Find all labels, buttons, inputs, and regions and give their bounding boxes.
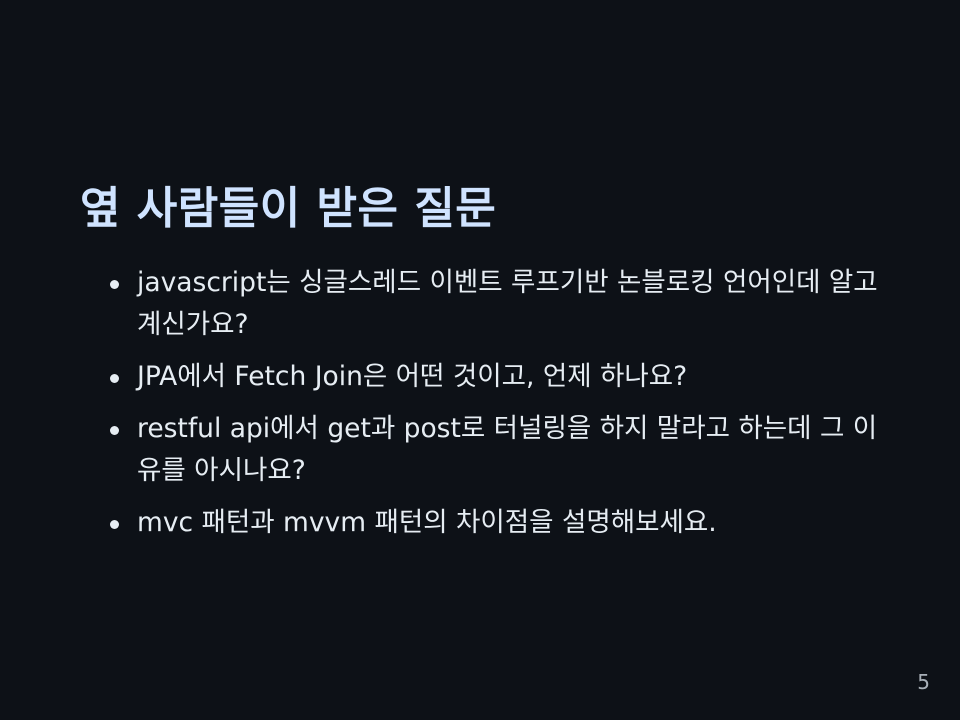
bullet-item: restful api에서 get과 post로 터널링을 하지 말라고 하는데… xyxy=(108,408,898,492)
bullet-item: mvc 패턴과 mvvm 패턴의 차이점을 설명해보세요. xyxy=(108,502,898,544)
bullet-dot-icon xyxy=(110,520,119,529)
bullet-text: mvc 패턴과 mvvm 패턴의 차이점을 설명해보세요. xyxy=(137,507,717,538)
bullet-item: javascript는 싱글스레드 이벤트 루프기반 논블로킹 언어인데 알고 … xyxy=(108,262,898,346)
bullet-text: javascript는 싱글스레드 이벤트 루프기반 논블로킹 언어인데 알고 … xyxy=(137,267,878,340)
slide: 옆 사람들이 받은 질문 javascript는 싱글스레드 이벤트 루프기반 … xyxy=(0,0,960,720)
bullet-list: javascript는 싱글스레드 이벤트 루프기반 논블로킹 언어인데 알고 … xyxy=(108,262,898,554)
bullet-dot-icon xyxy=(110,374,119,383)
bullet-item: JPA에서 Fetch Join은 어떤 것이고, 언제 하나요? xyxy=(108,356,898,398)
bullet-dot-icon xyxy=(110,280,119,289)
page-number: 5 xyxy=(917,670,930,694)
bullet-text: restful api에서 get과 post로 터널링을 하지 말라고 하는데… xyxy=(137,413,878,486)
slide-title: 옆 사람들이 받은 질문 xyxy=(80,183,497,234)
bullet-dot-icon xyxy=(110,426,119,435)
bullet-text: JPA에서 Fetch Join은 어떤 것이고, 언제 하나요? xyxy=(137,361,688,392)
